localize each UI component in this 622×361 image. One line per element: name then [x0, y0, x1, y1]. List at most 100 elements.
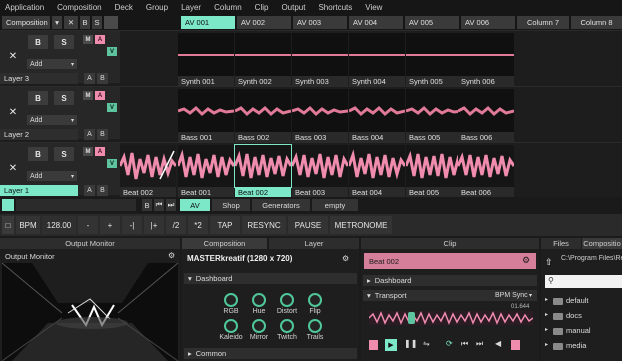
clip-synth-001[interactable]: Synth 001: [178, 33, 234, 87]
deck-b-button[interactable]: B: [142, 199, 152, 211]
clip-bass-003[interactable]: Bass 003: [292, 89, 348, 143]
gear-icon[interactable]: ⚙: [522, 255, 530, 266]
header-s-button[interactable]: S: [92, 16, 102, 29]
bpm-decrease-button[interactable]: -: [78, 216, 98, 234]
menu-output[interactable]: Output: [281, 3, 305, 12]
clip-bass-004[interactable]: Bass 004: [349, 89, 405, 143]
v-toggle[interactable]: V: [107, 159, 117, 168]
knob-trails[interactable]: [308, 319, 322, 333]
layer-name[interactable]: Layer 1: [0, 185, 78, 196]
folder-manual[interactable]: manual: [566, 326, 591, 335]
deck-tab-av[interactable]: AV: [180, 199, 210, 211]
layer-a-button[interactable]: A: [84, 73, 95, 84]
layer-b-button[interactable]: B: [97, 185, 108, 196]
double-tempo-button[interactable]: *2: [188, 216, 208, 234]
play-icon[interactable]: ▶: [385, 339, 397, 351]
chevron-right-icon[interactable]: ▸: [545, 341, 548, 348]
tap-button[interactable]: TAP: [210, 216, 240, 234]
knob-hue[interactable]: [252, 293, 266, 307]
v-toggle[interactable]: V: [107, 103, 117, 112]
solo-button[interactable]: S: [54, 91, 74, 105]
step-forward-icon[interactable]: ⏭: [476, 339, 483, 349]
nudge-back-button[interactable]: -|: [122, 216, 142, 234]
tab-composition-files[interactable]: Compositio: [582, 238, 622, 249]
chevron-right-icon[interactable]: ▸: [545, 326, 548, 333]
menu-group[interactable]: Group: [146, 3, 168, 12]
clip-beat-004[interactable]: Beat 004: [349, 145, 405, 198]
column-av-006[interactable]: AV 006: [461, 16, 515, 29]
bypass-button[interactable]: B: [28, 91, 48, 105]
clip-start-marker[interactable]: [369, 340, 378, 350]
knob-kaleido[interactable]: [224, 319, 238, 333]
add-effect-dropdown[interactable]: Add ▾: [27, 59, 77, 69]
knob-distort[interactable]: [280, 293, 294, 307]
menu-clip[interactable]: Clip: [255, 3, 269, 12]
arrow-up-icon[interactable]: ⇧: [545, 257, 553, 268]
mute-toggle[interactable]: M: [83, 35, 93, 44]
add-effect-dropdown[interactable]: Add ▾: [27, 115, 77, 125]
add-effect-dropdown[interactable]: Add ▾: [27, 171, 77, 181]
deck-tab-shop[interactable]: Shop: [212, 199, 250, 211]
close-icon[interactable]: ✕: [3, 104, 23, 120]
bpm-increase-button[interactable]: +: [100, 216, 120, 234]
clip-synth-006[interactable]: Synth 006: [458, 33, 514, 87]
layer-b-button[interactable]: B: [97, 73, 108, 84]
clip-beat-003[interactable]: Beat 003: [292, 145, 348, 198]
clip-beat-002-preview[interactable]: Beat 002: [120, 145, 176, 198]
column-av-005[interactable]: AV 005: [405, 16, 459, 29]
tab-layer[interactable]: Layer: [269, 238, 359, 249]
reverse-icon[interactable]: ◀: [495, 339, 501, 348]
deck-square-button[interactable]: [2, 199, 14, 211]
layer-a-button[interactable]: A: [84, 185, 95, 196]
clip-transport-section[interactable]: ▾ Transport BPM Sync ▾: [363, 290, 537, 301]
nudge-forward-button[interactable]: |+: [144, 216, 164, 234]
tab-files[interactable]: Files: [541, 238, 581, 249]
solo-button[interactable]: S: [54, 147, 74, 161]
menu-column[interactable]: Column: [214, 3, 242, 12]
layer-b-button[interactable]: B: [97, 129, 108, 140]
a-toggle[interactable]: A: [95, 35, 105, 44]
knob-rgb[interactable]: [224, 293, 238, 307]
clip-bass-001[interactable]: Bass 001: [178, 89, 234, 143]
metronome-button[interactable]: METRONOME: [330, 216, 392, 234]
skip-back-icon[interactable]: ⏮: [154, 199, 164, 211]
mute-toggle[interactable]: M: [83, 147, 93, 156]
folder-default[interactable]: default: [566, 296, 589, 305]
pause-button[interactable]: PAUSE: [288, 216, 328, 234]
composition-button[interactable]: Composition: [2, 16, 50, 29]
half-tempo-button[interactable]: /2: [166, 216, 186, 234]
knob-mirror[interactable]: [252, 319, 266, 333]
knob-flip[interactable]: [308, 293, 322, 307]
header-b-button[interactable]: B: [80, 16, 90, 29]
close-icon[interactable]: ✕: [64, 16, 78, 29]
bypass-button[interactable]: B: [28, 35, 48, 49]
column-av-004[interactable]: AV 004: [349, 16, 403, 29]
sync-mode-dropdown[interactable]: BPM Sync: [495, 292, 528, 299]
clip-synth-002[interactable]: Synth 002: [235, 33, 291, 87]
close-icon[interactable]: ✕: [3, 48, 23, 64]
layer-a-button[interactable]: A: [84, 129, 95, 140]
loop-icon[interactable]: ⟳: [446, 339, 453, 348]
layer-name[interactable]: Layer 3: [0, 73, 78, 84]
knob-twitch[interactable]: [280, 319, 294, 333]
chevron-down-icon[interactable]: ▾: [52, 16, 62, 29]
skip-forward-icon[interactable]: ⏭: [166, 199, 176, 211]
folder-docs[interactable]: docs: [566, 311, 582, 320]
clip-beat-005[interactable]: Beat 005: [406, 145, 462, 198]
bpm-value-field[interactable]: 128.00: [42, 216, 76, 234]
deck-tab-empty[interactable]: empty: [312, 199, 358, 211]
layer-name[interactable]: Layer 2: [0, 129, 78, 140]
a-toggle[interactable]: A: [95, 147, 105, 156]
chevron-right-icon[interactable]: ▸: [545, 311, 548, 318]
menu-shortcuts[interactable]: Shortcuts: [318, 3, 352, 12]
menu-composition[interactable]: Composition: [57, 3, 101, 12]
menu-application[interactable]: Application: [5, 3, 44, 12]
tab-composition[interactable]: Composition: [182, 238, 267, 249]
deck-slider[interactable]: [16, 199, 136, 211]
mute-toggle[interactable]: M: [83, 91, 93, 100]
clip-end-marker[interactable]: [511, 340, 520, 350]
gear-icon[interactable]: ⚙: [168, 251, 175, 260]
dashboard-section[interactable]: ▾ Dashboard: [184, 273, 357, 284]
resync-button[interactable]: RESYNC: [242, 216, 286, 234]
menu-layer[interactable]: Layer: [181, 3, 201, 12]
